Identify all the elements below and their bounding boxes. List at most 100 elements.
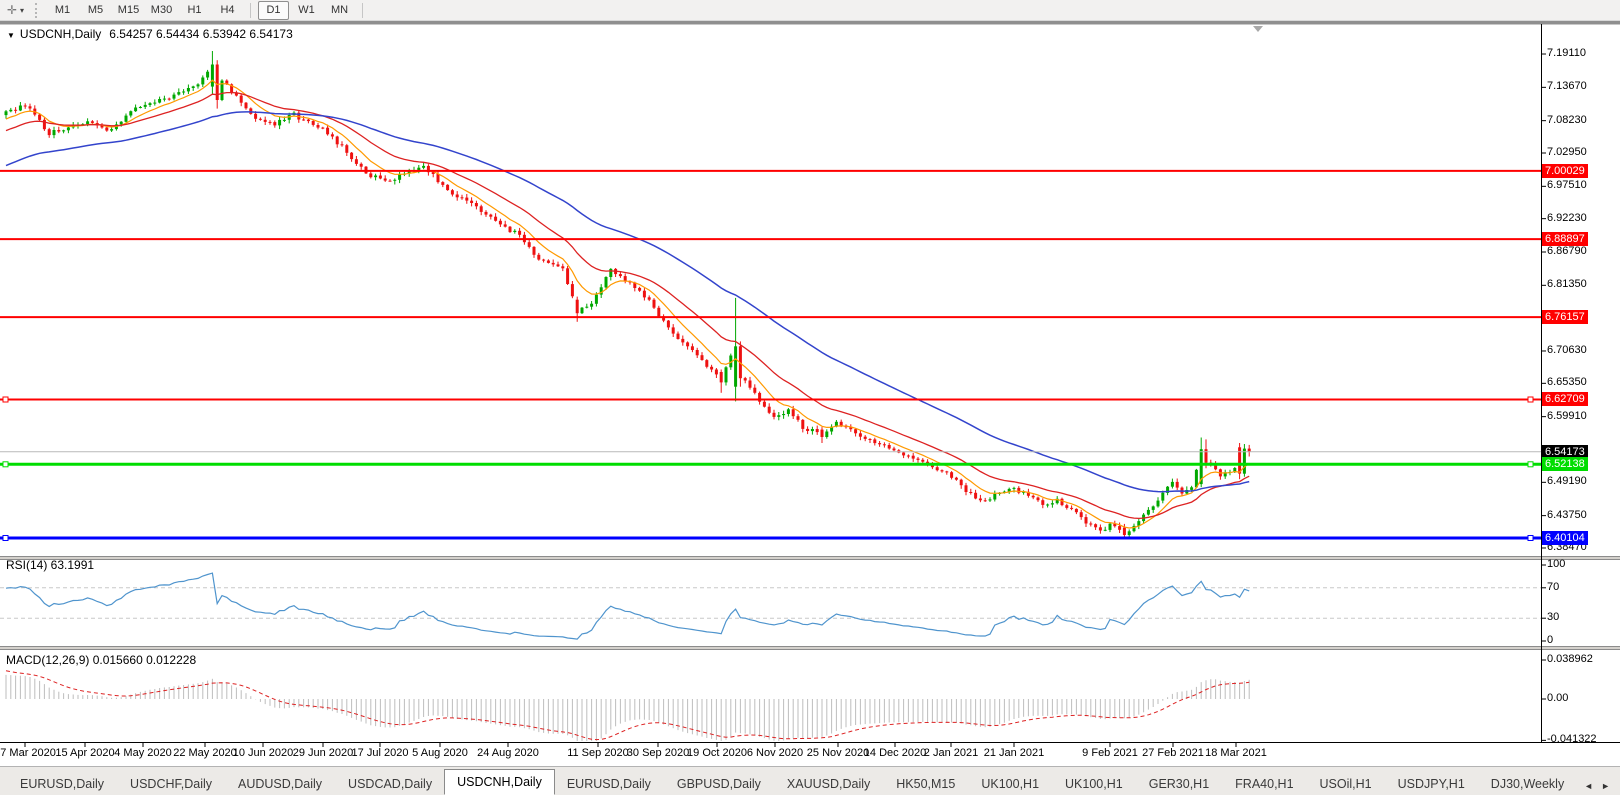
- macd-indicator-label: MACD(12,26,9) 0.015660 0.012228: [6, 653, 197, 667]
- trading-terminal: { "toolbar": { "timeframes": ["M1","M5",…: [0, 0, 1620, 795]
- line-handle[interactable]: [1527, 461, 1534, 468]
- date-axis-label: 9 Feb 2021: [1082, 747, 1138, 759]
- date-axis-label: 29 Jun 2020: [292, 747, 354, 759]
- tab-usoil-h1[interactable]: USOil,H1: [1308, 773, 1384, 795]
- pane-frames: [0, 24, 1620, 747]
- date-axis-label: 21 Jan 2021: [983, 747, 1045, 759]
- date-axis-label: 22 May 2020: [173, 747, 237, 759]
- rsi-axis-tick-label: 30: [1547, 611, 1560, 624]
- level-price-label: 6.52138: [1542, 457, 1588, 472]
- date-axis-label: 10 Jun 2020: [232, 747, 294, 759]
- tab-ger30-h1[interactable]: GER30,H1: [1137, 773, 1221, 795]
- symbol-name: USDCNH,Daily: [19, 27, 102, 41]
- timeframe-button-w1[interactable]: W1: [291, 1, 322, 20]
- ma-slow-line: [5, 111, 1250, 493]
- price-axis-tick-label: 6.92230: [1547, 211, 1587, 224]
- macd-axis-tick-label: 0.00: [1547, 692, 1569, 704]
- tab-audusd-daily[interactable]: AUDUSD,Daily: [226, 773, 334, 795]
- symbol-tabs: EURUSD,Daily USDCHF,Daily AUDUSD,Daily USDC…: [0, 767, 1578, 795]
- level-price-label: 6.40104: [1542, 530, 1588, 545]
- level-price-label: 6.88897: [1542, 232, 1588, 247]
- price-axis-tick-label: 6.86790: [1547, 244, 1587, 257]
- timeframe-button-h1[interactable]: H1: [179, 1, 210, 20]
- price-axis-tick-label: 6.65350: [1547, 376, 1587, 389]
- timeframe-buttons: M1 M5 M15 M30 H1 H4 D1 W1 MN: [46, 0, 369, 20]
- price-axis-tick-label: 6.49190: [1547, 475, 1587, 488]
- price-axis-tick-label: 6.43750: [1547, 508, 1587, 521]
- tab-usdcnh-daily[interactable]: USDCNH,Daily: [444, 769, 555, 795]
- tab-scroll-right-icon[interactable]: ►: [1601, 781, 1610, 791]
- timeframe-toolbar: ✛ ▾ M1 M5 M15 M30 H1 H4 D1 W1 MN: [0, 0, 1620, 21]
- rsi-axis-tick-label: 70: [1547, 580, 1560, 593]
- ma-fast-line: [5, 79, 1250, 529]
- tab-usdjpy-h1[interactable]: USDJPY,H1: [1386, 773, 1477, 795]
- date-axis-label: 5 Aug 2020: [412, 747, 468, 759]
- date-axis-label: 11 Sep 2020: [567, 747, 629, 759]
- tab-dj30-weekly[interactable]: DJ30,Weekly: [1479, 773, 1576, 795]
- tab-usdchf-daily[interactable]: USDCHF,Daily: [118, 773, 224, 795]
- horizontal-level-lines[interactable]: [0, 169, 1541, 541]
- timeframe-button-m5[interactable]: M5: [80, 1, 111, 20]
- toolbar-separator: [362, 2, 363, 18]
- cursor-tool-icon[interactable]: ✛: [4, 3, 20, 17]
- timeframe-button-m30[interactable]: M30: [146, 1, 177, 20]
- macd-axis-tick-label: 0.038962: [1547, 652, 1593, 665]
- tab-usdcad-daily[interactable]: USDCAD,Daily: [336, 773, 444, 795]
- date-axis-label: 6 Nov 2020: [746, 747, 804, 759]
- macd-signal-line: [5, 670, 1250, 741]
- date-axis-label: 25 Nov 2020: [806, 747, 870, 759]
- tab-fra40-h1[interactable]: FRA40,H1: [1223, 773, 1305, 795]
- window-separator: [0, 21, 1620, 24]
- chart-canvas[interactable]: [0, 0, 1620, 795]
- cursor-tool-dropdown-icon[interactable]: ▾: [20, 6, 32, 15]
- toolbar-separator: [250, 2, 251, 18]
- date-axis-label: 17 Jul 2020: [351, 747, 409, 759]
- date-axis-label: 27 Mar 2020: [0, 747, 56, 759]
- date-axis-label: 15 Apr 2020: [55, 747, 115, 759]
- date-axis-label: 18 Mar 2021: [1205, 747, 1267, 759]
- tab-eurusd-daily[interactable]: EURUSD,Daily: [8, 773, 116, 795]
- date-axis-label: 27 Feb 2021: [1142, 747, 1204, 759]
- price-axis-tick-label: 7.19110: [1547, 47, 1586, 59]
- rsi-line: [5, 572, 1250, 640]
- line-handle[interactable]: [2, 461, 9, 468]
- timeframe-button-h4[interactable]: H4: [212, 1, 243, 20]
- line-handle[interactable]: [2, 535, 9, 541]
- price-axis-tick-label: 6.81350: [1547, 278, 1587, 291]
- line-handle[interactable]: [2, 396, 9, 403]
- timeframe-button-mn[interactable]: MN: [324, 1, 355, 20]
- tab-hk50-m15[interactable]: HK50,M15: [884, 773, 967, 795]
- toolbar-grip[interactable]: [35, 2, 39, 18]
- price-axis-tick-label: 7.13670: [1547, 80, 1587, 93]
- tab-xauusd-daily[interactable]: XAUUSD,Daily: [775, 773, 882, 795]
- level-price-label: 7.00029: [1542, 163, 1588, 178]
- line-handle[interactable]: [1527, 396, 1534, 403]
- tab-gbpusd-daily[interactable]: GBPUSD,Daily: [665, 773, 773, 795]
- chart-title: ▼ USDCNH,Daily 6.54257 6.54434 6.53942 6.5…: [7, 27, 293, 41]
- timeframe-button-m15[interactable]: M15: [113, 1, 144, 20]
- symbol-dropdown-icon[interactable]: ▼: [7, 31, 15, 40]
- timeframe-button-m1[interactable]: M1: [47, 1, 78, 20]
- tab-uk100-h1[interactable]: UK100,H1: [1053, 773, 1135, 795]
- macd-histogram: [5, 674, 1250, 741]
- rsi-axis-tick-label: 100: [1547, 558, 1566, 570]
- level-price-label: 6.62709: [1542, 392, 1588, 407]
- ma-mid-line: [5, 91, 1250, 520]
- level-price-label: 6.76157: [1542, 310, 1588, 325]
- line-handle[interactable]: [1527, 535, 1534, 541]
- price-axis-tick-label: 7.08230: [1547, 113, 1587, 126]
- date-axis-label: 24 Aug 2020: [477, 747, 539, 759]
- timeframe-button-d1[interactable]: D1: [258, 0, 289, 20]
- date-axis-label: 4 May 2020: [114, 747, 172, 759]
- date-axis-label: 14 Dec 2020: [863, 747, 927, 759]
- price-axis-tick-label: 6.70630: [1547, 343, 1587, 356]
- macd-axis-tick-label: -0.041322: [1547, 733, 1597, 746]
- rsi-indicator-label: RSI(14) 63.1991: [6, 558, 95, 572]
- tab-scroll-left-icon[interactable]: ◄: [1584, 781, 1593, 791]
- chart-shift-marker-icon[interactable]: [1253, 26, 1263, 32]
- ohlc-values: 6.54257 6.54434 6.53942 6.54173: [109, 27, 293, 41]
- tab-uk100-h1[interactable]: UK100,H1: [969, 773, 1051, 795]
- tab-eurusd-daily[interactable]: EURUSD,Daily: [555, 773, 663, 795]
- tab-scroll-buttons: ◄ ►: [1578, 781, 1620, 795]
- price-axis: 7.19110 7.13670 7.08230 7.02950 6.97510 6.922…: [1541, 0, 1620, 766]
